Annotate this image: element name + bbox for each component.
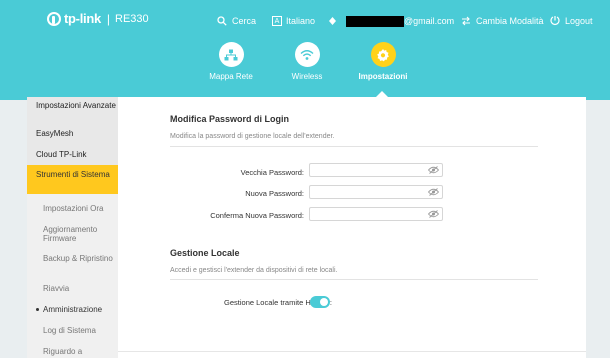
top-header: tp-link | RE330 Cerca A Italiano @gmail.… bbox=[0, 0, 610, 100]
switch-arrows-icon bbox=[462, 16, 470, 26]
local-management-subtitle: Accedi e gestisci l'extender da disposit… bbox=[170, 267, 338, 274]
nav-settings-label: Impostazioni bbox=[358, 72, 408, 81]
old-password-input[interactable] bbox=[313, 165, 421, 175]
sidebar-item-administration[interactable]: Amministrazione bbox=[27, 305, 118, 314]
brand-name: tp-link bbox=[64, 11, 101, 26]
nav-network-map-label: Mappa Rete bbox=[209, 72, 253, 81]
section-divider bbox=[170, 146, 538, 147]
current-item-dot bbox=[36, 308, 39, 312]
footer-divider bbox=[118, 351, 586, 352]
account-email-suffix: @gmail.com bbox=[404, 16, 455, 26]
sidebar-item-administration-label: Amministrazione bbox=[43, 305, 103, 314]
language-selector[interactable]: A Italiano bbox=[272, 13, 315, 29]
tp-link-id-icon bbox=[329, 17, 336, 25]
network-map-icon bbox=[218, 42, 244, 67]
confirm-password-input[interactable] bbox=[313, 209, 421, 219]
change-mode-label: Cambia Modalità bbox=[476, 16, 544, 26]
sidebar-item-system-tools[interactable]: Strumenti di Sistema bbox=[27, 165, 118, 194]
gear-icon bbox=[370, 42, 396, 67]
confirm-password-field[interactable] bbox=[309, 207, 443, 221]
model-name: RE330 bbox=[115, 12, 149, 25]
new-password-input[interactable] bbox=[313, 187, 421, 197]
sidebar: Impostazioni Avanzate EasyMesh Cloud TP-… bbox=[27, 97, 118, 358]
nav-network-map[interactable]: Mappa Rete bbox=[196, 42, 266, 81]
language-label: Italiano bbox=[286, 16, 316, 26]
sidebar-item-firmware-update[interactable]: Aggiornamento Firmware bbox=[27, 225, 118, 243]
nav-wireless-label: Wireless bbox=[291, 72, 323, 81]
sidebar-item-time-settings[interactable]: Impostazioni Ora bbox=[27, 204, 118, 213]
section-divider bbox=[170, 279, 538, 280]
sidebar-item-reboot[interactable]: Riavvia bbox=[27, 284, 118, 293]
wifi-icon bbox=[294, 42, 320, 67]
sidebar-item-easymesh[interactable]: EasyMesh bbox=[27, 129, 118, 138]
language-icon: A bbox=[272, 16, 282, 26]
sidebar-item-system-log[interactable]: Log di Sistema bbox=[27, 326, 118, 335]
tp-link-logo-icon bbox=[47, 11, 61, 26]
old-password-label: Vecchia Password: bbox=[240, 168, 304, 177]
change-mode-button[interactable]: Cambia Modalità bbox=[461, 13, 544, 29]
account-menu[interactable]: @gmail.com bbox=[328, 13, 454, 29]
new-password-field[interactable] bbox=[309, 185, 443, 199]
sidebar-item-backup-restore[interactable]: Backup & Ripristino bbox=[27, 254, 118, 263]
sidebar-item-tp-link-cloud[interactable]: Cloud TP-Link bbox=[27, 150, 118, 159]
logout-label: Logout bbox=[565, 16, 593, 26]
search-icon bbox=[217, 16, 227, 26]
sidebar-item-about[interactable]: Riguardo a bbox=[27, 347, 118, 356]
logout-button[interactable]: Logout bbox=[550, 13, 593, 29]
search-button[interactable]: Cerca bbox=[217, 13, 256, 29]
nav-settings[interactable]: Impostazioni bbox=[348, 42, 418, 81]
nav-wireless[interactable]: Wireless bbox=[272, 42, 342, 81]
sidebar-item-advanced-settings[interactable]: Impostazioni Avanzate bbox=[27, 101, 118, 110]
logout-icon bbox=[550, 16, 560, 25]
show-password-icon[interactable] bbox=[428, 188, 439, 196]
search-label: Cerca bbox=[232, 16, 257, 26]
show-password-icon[interactable] bbox=[428, 166, 439, 174]
confirm-password-label: Conferma Nuova Password: bbox=[210, 211, 304, 220]
local-management-title: Gestione Locale bbox=[170, 248, 240, 258]
new-password-label: Nuova Password: bbox=[245, 189, 304, 198]
redacted-email-mask bbox=[346, 15, 404, 27]
logo-separator: | bbox=[106, 11, 111, 26]
https-management-toggle[interactable] bbox=[310, 296, 330, 308]
password-section-title: Modifica Password di Login bbox=[170, 114, 290, 124]
old-password-field[interactable] bbox=[309, 163, 443, 177]
password-section-subtitle: Modifica la password di gestione locale … bbox=[170, 133, 335, 140]
main-content: Modifica Password di Login Modifica la p… bbox=[118, 97, 586, 358]
tp-link-logo[interactable]: tp-link | RE330 bbox=[47, 11, 149, 26]
show-password-icon[interactable] bbox=[428, 210, 439, 218]
